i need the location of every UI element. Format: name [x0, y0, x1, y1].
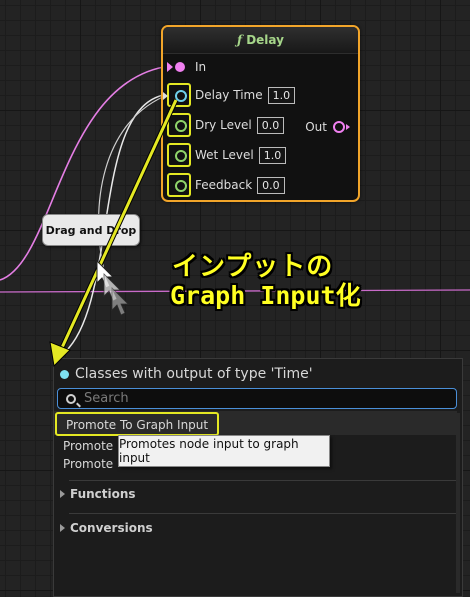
search-box[interactable] [57, 388, 457, 409]
chevron-right-icon [60, 524, 65, 532]
pin-arrow-icon [346, 124, 350, 130]
node-header[interactable]: ƒ Delay [163, 27, 358, 54]
float-pin-icon[interactable] [167, 113, 191, 137]
delay-time-value[interactable]: 1.0 [267, 86, 296, 104]
search-input[interactable] [84, 391, 424, 406]
pin-delay-time[interactable]: Delay Time 1.0 [163, 83, 296, 107]
promote-to-graph-input-item[interactable]: Promote To Graph Input [55, 412, 220, 436]
float-pin-icon[interactable] [167, 143, 191, 167]
feedback-value[interactable]: 0.0 [257, 176, 285, 194]
drag-and-drop-callout: Drag and Drop [42, 214, 140, 246]
dry-level-value[interactable]: 0.0 [256, 116, 285, 134]
pin-label-wet-level: Wet Level [195, 148, 254, 162]
item-tooltip: Promotes node input to graph input [118, 435, 330, 467]
pin-label-feedback: Feedback [195, 178, 253, 192]
pin-in[interactable]: In [167, 55, 206, 79]
wet-level-value[interactable]: 1.0 [258, 146, 287, 164]
time-type-icon [60, 369, 69, 379]
menu-item-promote[interactable]: Promote [63, 455, 113, 473]
pin-label-delay-time: Delay Time [195, 88, 263, 102]
pin-out[interactable]: Out [305, 120, 350, 134]
divider [69, 513, 457, 514]
search-icon [66, 393, 76, 404]
section-label: Conversions [70, 521, 153, 535]
divider [69, 480, 457, 481]
exec-wire-in [0, 65, 171, 281]
section-conversions[interactable]: Conversions [60, 521, 153, 535]
audio-out-pin-icon[interactable] [333, 121, 345, 133]
node-title: Delay [246, 33, 284, 47]
chevron-right-icon [60, 490, 65, 498]
pin-label-out: Out [305, 120, 327, 134]
menu-scrollbar[interactable] [456, 413, 460, 593]
context-menu[interactable]: Classes with output of type 'Time' Promo… [53, 358, 463, 597]
annotation-line-2: Graph Input化 [170, 281, 361, 310]
pin-label-in: In [195, 60, 207, 74]
function-icon: ƒ [237, 33, 243, 47]
exec-pin-icon[interactable] [167, 55, 191, 79]
pin-wet-level[interactable]: Wet Level 1.0 [167, 143, 287, 167]
menu-title: Classes with output of type 'Time' [60, 366, 313, 382]
menu-item-promote[interactable]: Promote [63, 437, 113, 455]
pin-dry-level[interactable]: Dry Level 0.0 [167, 113, 285, 137]
pin-feedback[interactable]: Feedback 0.0 [167, 173, 285, 197]
pin-label-dry-level: Dry Level [195, 118, 252, 132]
menu-title-text: Classes with output of type 'Time' [75, 366, 313, 382]
section-label: Functions [70, 487, 136, 501]
section-functions[interactable]: Functions [60, 487, 136, 501]
delay-node[interactable]: ƒ Delay In Delay Time 1.0 Dry Level 0.0 … [161, 25, 360, 202]
float-pin-icon[interactable] [167, 173, 191, 197]
time-pin-icon[interactable] [163, 83, 191, 107]
